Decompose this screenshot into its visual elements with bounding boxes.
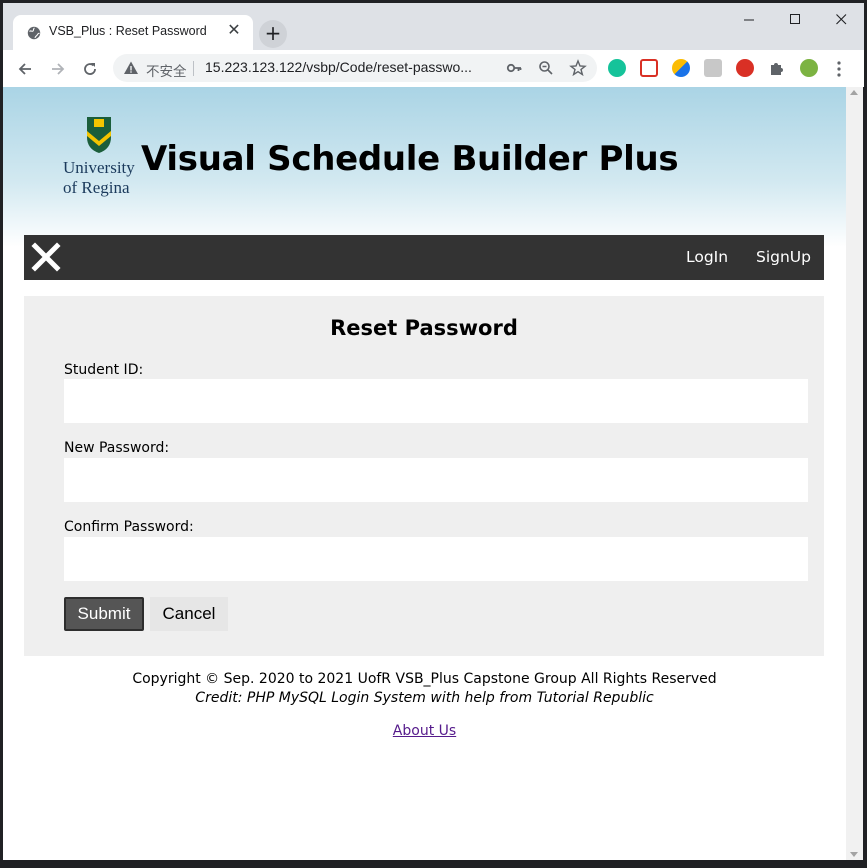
puzzle-icon[interactable] bbox=[768, 59, 786, 77]
profile-avatar-icon[interactable] bbox=[800, 59, 818, 77]
footer-about: About Us bbox=[3, 723, 846, 739]
arrow-right-icon bbox=[52, 63, 65, 75]
new-password-label: New Password: bbox=[64, 440, 170, 456]
footer-credit: Credit: PHP MySQL Login System with help… bbox=[195, 690, 654, 706]
close-window-button[interactable] bbox=[818, 3, 864, 35]
scroll-down-arrow-icon[interactable] bbox=[850, 852, 858, 857]
grammarly-icon[interactable] bbox=[608, 59, 626, 77]
omnibox-divider bbox=[193, 61, 194, 76]
minimize-icon bbox=[743, 19, 754, 20]
cancel-button[interactable]: Cancel bbox=[150, 597, 228, 631]
confirm-password-input[interactable] bbox=[64, 537, 808, 581]
top-navbar: LogIn SignUp bbox=[24, 235, 824, 280]
reload-icon bbox=[84, 63, 96, 75]
reset-password-card: Reset Password Student ID: New Password:… bbox=[24, 296, 824, 656]
new-password-input[interactable] bbox=[64, 458, 808, 502]
forward-button[interactable] bbox=[45, 56, 71, 82]
confirm-password-label: Confirm Password: bbox=[64, 519, 194, 535]
window-controls bbox=[726, 3, 864, 35]
browser-chrome: VSB_Plus : Reset Password ✕ + 不安全 15.223… bbox=[3, 3, 864, 87]
zoom-icon[interactable] bbox=[537, 59, 555, 77]
minimize-button[interactable] bbox=[726, 3, 772, 35]
key-icon[interactable] bbox=[505, 59, 523, 77]
globe-icon bbox=[27, 26, 41, 40]
footer-copyright: Copyright © Sep. 2020 to 2021 UofR VSB_P… bbox=[132, 671, 717, 687]
reload-button[interactable] bbox=[77, 56, 103, 82]
new-tab-button[interactable]: + bbox=[259, 20, 287, 48]
site-title: Visual Schedule Builder Plus bbox=[141, 139, 679, 179]
browser-toolbar: 不安全 15.223.123.122/vsbp/Code/reset-passw… bbox=[3, 50, 864, 87]
warning-icon[interactable] bbox=[123, 60, 139, 76]
about-us-link[interactable]: About Us bbox=[393, 723, 456, 739]
url-text[interactable]: 15.223.123.122/vsbp/Code/reset-passwo... bbox=[205, 59, 472, 75]
student-id-input[interactable] bbox=[64, 379, 808, 423]
star-icon[interactable] bbox=[569, 59, 587, 77]
logo-text-university: University bbox=[63, 158, 135, 177]
tab-title: VSB_Plus : Reset Password bbox=[49, 24, 207, 38]
close-icon bbox=[835, 13, 846, 24]
maximize-button[interactable] bbox=[772, 3, 818, 35]
back-button[interactable] bbox=[12, 56, 38, 82]
close-menu-icon[interactable] bbox=[30, 241, 62, 273]
arrow-left-icon bbox=[18, 63, 31, 75]
tab-close-icon[interactable]: ✕ bbox=[225, 21, 243, 39]
crest-icon: University of Regina bbox=[63, 117, 135, 197]
address-bar[interactable]: 不安全 15.223.123.122/vsbp/Code/reset-passw… bbox=[113, 54, 597, 82]
browser-window: VSB_Plus : Reset Password ✕ + 不安全 15.223… bbox=[0, 0, 867, 868]
page-scrollbar[interactable] bbox=[846, 87, 863, 860]
form-title: Reset Password bbox=[330, 316, 518, 340]
menu-dots-icon[interactable] bbox=[837, 61, 841, 77]
logo-text-regina: of Regina bbox=[63, 178, 130, 197]
adblock-icon[interactable] bbox=[736, 59, 754, 77]
scroll-up-arrow-icon[interactable] bbox=[850, 90, 858, 95]
submit-button[interactable]: Submit bbox=[64, 597, 144, 631]
maximize-icon bbox=[789, 13, 800, 24]
tab-strip: VSB_Plus : Reset Password ✕ + bbox=[3, 3, 864, 50]
color-extension-icon[interactable] bbox=[672, 59, 690, 77]
login-link[interactable]: LogIn bbox=[686, 248, 728, 266]
signup-link[interactable]: SignUp bbox=[756, 248, 811, 266]
student-id-label: Student ID: bbox=[64, 362, 144, 378]
media-extension-icon[interactable] bbox=[640, 59, 658, 77]
tab-active[interactable]: VSB_Plus : Reset Password ✕ bbox=[13, 15, 253, 50]
university-logo: University of Regina bbox=[63, 115, 143, 199]
insecure-label[interactable]: 不安全 bbox=[146, 60, 187, 80]
page-viewport: University of Regina Visual Schedule Bui… bbox=[3, 87, 846, 860]
reader-extension-icon[interactable] bbox=[704, 59, 722, 77]
